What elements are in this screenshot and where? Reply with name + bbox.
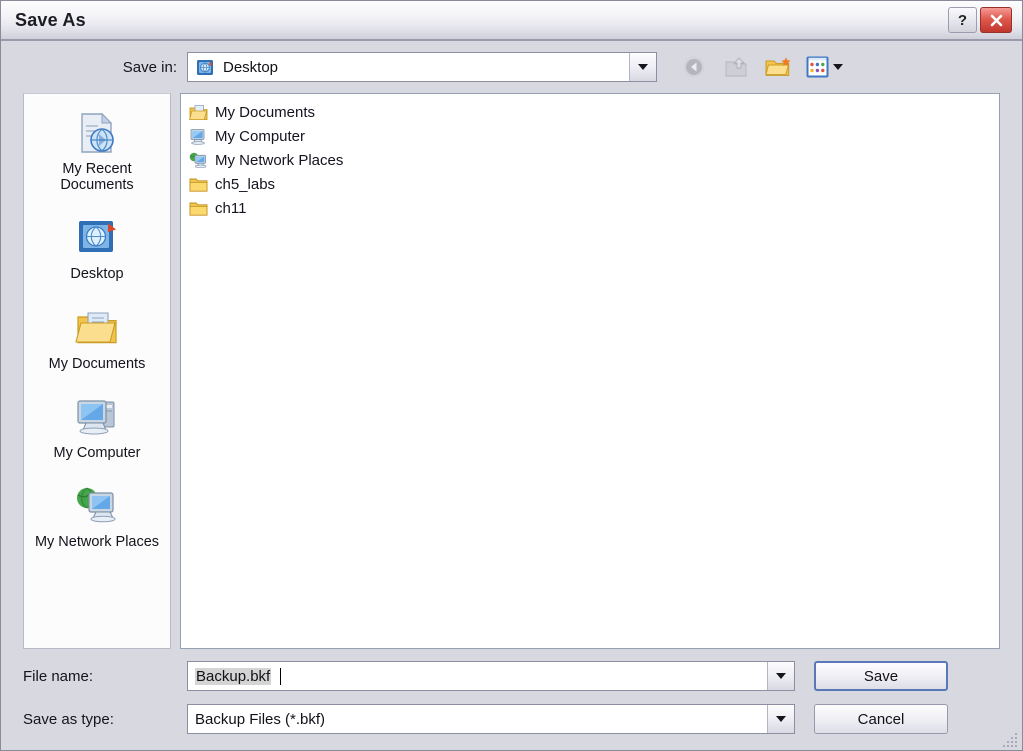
file-name-dropdown-arrow[interactable] xyxy=(767,662,794,690)
file-list[interactable]: My Documents My Computer My Network Plac… xyxy=(180,93,1000,649)
cancel-button[interactable]: Cancel xyxy=(814,704,948,734)
file-name-input[interactable]: Backup.bkf xyxy=(187,661,795,691)
place-label: My Recent Documents xyxy=(60,161,134,194)
file-list-item[interactable]: My Documents xyxy=(187,100,995,124)
back-button[interactable] xyxy=(679,52,709,82)
save-as-type-dropdown-arrow[interactable] xyxy=(767,705,794,733)
save-as-type-combobox[interactable]: Backup Files (*.bkf) xyxy=(187,704,795,734)
file-name: ch11 xyxy=(215,199,247,217)
desktop-icon xyxy=(79,221,116,253)
my-computer-icon xyxy=(189,127,208,146)
file-name-label: File name: xyxy=(23,667,94,685)
file-name: My Documents xyxy=(215,103,316,121)
resize-grip[interactable] xyxy=(1003,731,1019,747)
save-as-type-value-wrap: Backup Files (*.bkf) xyxy=(188,711,767,728)
place-label: My Computer xyxy=(53,444,141,461)
place-icon-wrap xyxy=(73,108,121,158)
place-item-desktop[interactable]: Desktop xyxy=(31,213,163,282)
save-in-value-wrap: Desktop xyxy=(188,58,629,77)
place-item-my-network-places[interactable]: My Network Places xyxy=(31,481,163,550)
file-name: My Computer xyxy=(215,127,306,145)
chevron-down-icon xyxy=(776,673,786,679)
back-arrow-icon xyxy=(683,56,705,78)
close-button[interactable] xyxy=(980,7,1012,33)
place-item-my-documents[interactable]: My Documents xyxy=(31,303,163,372)
save-in-label: Save in: xyxy=(122,58,177,76)
save-as-dialog: Save As ? Save in: Desktop My Recent Doc… xyxy=(0,0,1023,751)
folder-icon xyxy=(189,175,208,194)
title-bar-buttons: ? xyxy=(948,7,1012,33)
dialog-footer: File name: Backup.bkf Save Save as type:… xyxy=(1,649,1022,750)
desktop-icon xyxy=(197,59,213,75)
recent-documents-icon xyxy=(81,112,114,153)
file-list-item[interactable]: ch11 xyxy=(187,196,995,220)
chevron-down-icon xyxy=(776,716,786,722)
create-new-folder-button[interactable] xyxy=(763,52,793,82)
file-name: ch5_labs xyxy=(215,175,276,193)
text-cursor xyxy=(280,667,282,685)
places-bar: My Recent Documents Desktop My Documents… xyxy=(23,93,171,649)
close-icon xyxy=(990,14,1002,26)
up-one-level-icon xyxy=(725,57,747,77)
file-list-item[interactable]: ch5_labs xyxy=(187,172,995,196)
chevron-down-icon xyxy=(638,64,648,70)
place-item-my-computer[interactable]: My Computer xyxy=(31,392,163,461)
new-folder-icon xyxy=(765,57,791,76)
file-name-row: File name: Backup.bkf Save xyxy=(23,661,1000,691)
views-chevron-down-icon xyxy=(833,64,843,70)
views-button[interactable] xyxy=(805,55,843,79)
save-in-value: Desktop xyxy=(223,58,279,76)
dialog-body: My Recent Documents Desktop My Documents… xyxy=(1,93,1022,649)
file-name: My Network Places xyxy=(215,151,344,169)
place-label: My Network Places xyxy=(34,534,160,551)
save-as-type-row: Save as type: Backup Files (*.bkf) Cance… xyxy=(23,704,1000,734)
save-in-combobox[interactable]: Desktop xyxy=(187,52,657,82)
my-documents-icon xyxy=(75,312,117,343)
question-mark-icon: ? xyxy=(957,11,968,29)
save-in-dropdown-arrow[interactable] xyxy=(629,53,656,81)
help-button[interactable]: ? xyxy=(948,7,977,33)
place-label: My Documents xyxy=(48,355,146,372)
place-icon-wrap xyxy=(73,392,121,442)
cancel-button-slot: Cancel xyxy=(814,704,948,734)
my-documents-folder-icon xyxy=(189,103,208,122)
my-network-places-icon xyxy=(77,487,116,523)
dialog-toolbar xyxy=(679,52,843,82)
save-button-slot: Save xyxy=(814,661,948,691)
my-network-places-icon xyxy=(189,151,208,170)
save-button[interactable]: Save xyxy=(814,661,948,691)
place-icon-wrap xyxy=(75,213,119,263)
place-icon-wrap xyxy=(73,481,121,531)
file-name-value: Backup.bkf xyxy=(195,667,272,685)
up-one-level-button[interactable] xyxy=(721,52,751,82)
place-icon-wrap xyxy=(73,303,121,353)
views-icon xyxy=(806,56,829,78)
my-computer-icon xyxy=(77,400,115,435)
save-as-type-value: Backup Files (*.bkf) xyxy=(195,710,326,728)
file-list-item[interactable]: My Network Places xyxy=(187,148,995,172)
file-name-value-wrap: Backup.bkf xyxy=(188,667,767,685)
folder-icon xyxy=(189,199,208,218)
file-list-item[interactable]: My Computer xyxy=(187,124,995,148)
save-in-row: Save in: Desktop xyxy=(1,41,1022,93)
save-as-type-label: Save as type: xyxy=(23,710,114,728)
place-item-my-recent-documents[interactable]: My Recent Documents xyxy=(31,108,163,193)
title-bar: Save As ? xyxy=(1,1,1022,41)
place-label: Desktop xyxy=(70,266,124,283)
window-title: Save As xyxy=(15,9,86,30)
